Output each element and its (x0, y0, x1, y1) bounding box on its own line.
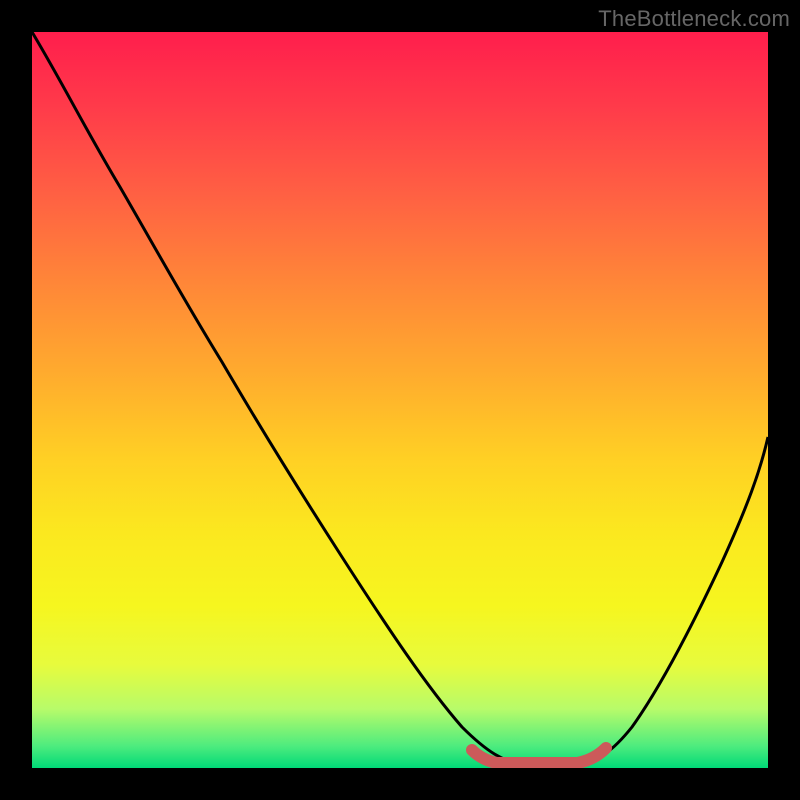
watermark-text: TheBottleneck.com (598, 6, 790, 32)
chart-svg (32, 32, 768, 768)
bottleneck-curve (32, 32, 768, 764)
plot-area (32, 32, 768, 768)
sweet-spot-marker (472, 748, 606, 763)
chart-container: TheBottleneck.com (0, 0, 800, 800)
